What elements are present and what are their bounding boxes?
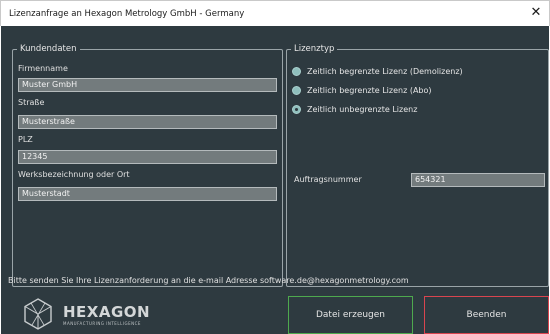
kundendaten-legend: Kundendaten bbox=[20, 44, 77, 54]
hexagon-logo-icon bbox=[24, 298, 52, 330]
strasse-field[interactable]: Musterstraße bbox=[18, 115, 277, 129]
close-button[interactable]: ✕ bbox=[523, 1, 549, 27]
datei-erzeugen-button[interactable]: Datei erzeugen bbox=[288, 296, 413, 334]
window-title: Lizenzanfrage an Hexagon Metrology GmbH … bbox=[9, 9, 245, 19]
radio-abo-label: Zeitlich begrenzte Lizenz (Abo) bbox=[307, 85, 432, 95]
werksbezeichnung-field[interactable]: Musterstadt bbox=[18, 187, 277, 201]
footer-note: Bitte senden Sie Ihre Lizenzanforderung … bbox=[8, 276, 409, 285]
radio-unbegrenzt-label: Zeitlich unbegrenzte Lizenz bbox=[307, 104, 418, 114]
werksbezeichnung-label: Werksbezeichnung oder Ort bbox=[18, 170, 130, 179]
auftragsnummer-label: Auftragsnummer bbox=[294, 175, 362, 184]
hexagon-logo: HEXAGON MANUFACTURING INTELLIGENCE bbox=[23, 298, 183, 332]
radio-demolizenz-icon[interactable] bbox=[292, 66, 301, 76]
radio-unbegrenzt-icon[interactable] bbox=[292, 104, 301, 114]
plz-field[interactable]: 12345 bbox=[18, 150, 277, 164]
dialog-body: Kundendaten Firmenname Muster GmbH Straß… bbox=[1, 26, 549, 334]
strasse-label: Straße bbox=[18, 98, 45, 107]
logo-wordmark: HEXAGON bbox=[63, 303, 151, 321]
firmenname-field[interactable]: Muster GmbH bbox=[18, 78, 277, 92]
title-bar: Lizenzanfrage an Hexagon Metrology GmbH … bbox=[0, 0, 550, 26]
radio-demolizenz-label: Zeitlich begrenzte Lizenz (Demolizenz) bbox=[307, 66, 463, 76]
firmenname-label: Firmenname bbox=[18, 64, 68, 73]
beenden-button[interactable]: Beenden bbox=[424, 296, 549, 334]
radio-abo-icon[interactable] bbox=[292, 85, 301, 95]
auftragsnummer-field[interactable]: 654321 bbox=[411, 173, 545, 187]
logo-tagline: MANUFACTURING INTELLIGENCE bbox=[63, 321, 141, 326]
lizenztyp-legend: Lizenztyp bbox=[294, 44, 335, 54]
radio-demolizenz[interactable]: Zeitlich begrenzte Lizenz (Demolizenz) bbox=[292, 65, 463, 77]
radio-abo[interactable]: Zeitlich begrenzte Lizenz (Abo) bbox=[292, 84, 432, 96]
radio-unbegrenzt[interactable]: Zeitlich unbegrenzte Lizenz bbox=[292, 103, 417, 115]
lizenztyp-group: Lizenztyp bbox=[286, 44, 549, 287]
plz-label: PLZ bbox=[18, 135, 33, 144]
